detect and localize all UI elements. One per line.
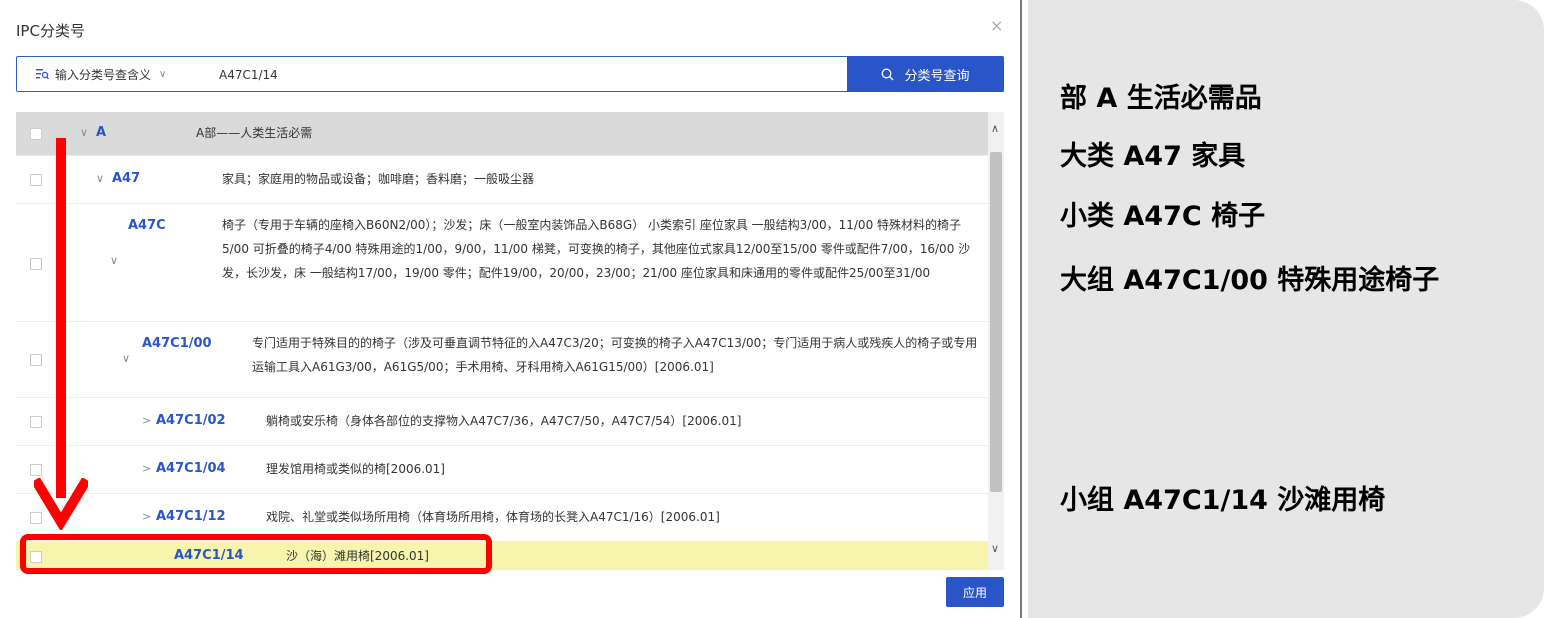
row-checkbox[interactable] xyxy=(30,464,42,476)
summary-main-group: 大组 A47C1/00 特殊用途椅子 xyxy=(1060,265,1440,296)
tree-row-a[interactable]: ∨ A A部——人类生活必需 xyxy=(16,112,988,156)
search-mode-select[interactable]: 输入分类号查含义 ∨ xyxy=(35,57,166,91)
tree-row-a47c1-02[interactable]: > A47C1/02 躺椅或安乐椅（身体各部位的支撑物入A47C7/36，A47… xyxy=(16,398,988,446)
ipc-code[interactable]: A47C1/00 xyxy=(142,336,212,351)
tree-row-a47c[interactable]: A47C ∨ 椅子（专用于车辆的座椅入B60N2/00）；沙发；床（一般室内装饰… xyxy=(16,204,988,322)
ipc-code[interactable]: A47C1/02 xyxy=(156,413,226,428)
tree-row-a47[interactable]: ∨ A47 家具；家庭用的物品或设备；咖啡磨；香料磨；一般吸尘器 xyxy=(16,156,988,204)
row-checkbox[interactable] xyxy=(30,174,42,186)
annotation-arrow-shaft xyxy=(56,138,66,498)
tree-row-a47c1-04[interactable]: > A47C1/04 理发馆用椅或类似的椅[2006.01] xyxy=(16,446,988,494)
tree-row-a47c1-00[interactable]: ∨ A47C1/00 专门适用于特殊目的的椅子（涉及可垂直调节特征的入A47C3… xyxy=(16,322,988,398)
chevron-down-icon[interactable]: ∨ xyxy=(96,172,104,185)
annotation-highlight-box xyxy=(20,534,492,574)
scrollbar-thumb[interactable] xyxy=(990,152,1002,492)
chevron-down-icon[interactable]: ∨ xyxy=(110,254,118,267)
summary-subgroup: 小组 A47C1/14 沙滩用椅 xyxy=(1060,485,1386,516)
chevron-down-icon[interactable]: ∨ xyxy=(122,352,130,365)
ipc-description: 躺椅或安乐椅（身体各部位的支撑物入A47C7/36，A47C7/50，A47C7… xyxy=(266,414,742,428)
vertical-divider xyxy=(1020,0,1022,618)
scroll-up-icon[interactable]: ∧ xyxy=(991,122,999,135)
summary-class: 大类 A47 家具 xyxy=(1060,141,1246,172)
search-button-label: 分类号查询 xyxy=(904,68,970,84)
list-search-icon xyxy=(36,69,49,80)
row-checkbox[interactable] xyxy=(30,416,42,428)
ipc-description: 戏院、礼堂或类似场所用椅（体育场所用椅，体育场的长凳入A47C1/16）[200… xyxy=(266,510,720,524)
search-bar: 输入分类号查含义 ∨ 分类号查询 xyxy=(16,56,1004,92)
chevron-right-icon[interactable]: > xyxy=(142,510,151,523)
dialog-title: IPC分类号 xyxy=(16,22,85,40)
ipc-description: 椅子（专用于车辆的座椅入B60N2/00）；沙发；床（一般室内装饰品入B68G）… xyxy=(222,218,971,280)
row-checkbox[interactable] xyxy=(30,128,42,140)
chevron-right-icon[interactable]: > xyxy=(142,462,151,475)
chevron-down-icon[interactable]: ∨ xyxy=(80,126,88,139)
ipc-description: 理发馆用椅或类似的椅[2006.01] xyxy=(266,462,445,476)
ipc-code[interactable]: A47C xyxy=(128,218,166,233)
ipc-code[interactable]: A47C1/12 xyxy=(156,509,226,524)
chevron-down-icon: ∨ xyxy=(159,68,167,80)
ipc-description: 家具；家庭用的物品或设备；咖啡磨；香料磨；一般吸尘器 xyxy=(222,172,535,186)
search-input[interactable] xyxy=(217,63,821,87)
ipc-description: A部——人类生活必需 xyxy=(196,126,313,140)
ipc-dialog: IPC分类号 × 输入分类号查含义 ∨ 分类号查询 ∨ xyxy=(0,0,1022,618)
close-icon[interactable]: × xyxy=(990,16,1003,35)
search-icon xyxy=(882,68,894,80)
search-button[interactable]: 分类号查询 xyxy=(847,56,1004,92)
classification-summary-panel: 部 A 生活必需品 大类 A47 家具 小类 A47C 椅子 大组 A47C1/… xyxy=(1028,0,1544,618)
chevron-right-icon[interactable]: > xyxy=(142,414,151,427)
search-mode-label: 输入分类号查含义 xyxy=(55,67,152,82)
ipc-code[interactable]: A47C1/04 xyxy=(156,461,226,476)
ipc-code[interactable]: A47 xyxy=(112,171,140,186)
annotation-arrow-head-icon xyxy=(34,478,88,530)
apply-button[interactable]: 应用 xyxy=(946,577,1004,607)
ipc-code[interactable]: A xyxy=(96,125,106,140)
scroll-down-icon[interactable]: ∨ xyxy=(991,542,999,555)
row-checkbox[interactable] xyxy=(30,258,42,270)
summary-subclass: 小类 A47C 椅子 xyxy=(1060,201,1266,232)
summary-section: 部 A 生活必需品 xyxy=(1060,83,1262,114)
ipc-tree-table: ∨ A A部——人类生活必需 ∨ A47 家具；家庭用的物品或设备；咖啡磨；香料… xyxy=(16,112,1004,570)
ipc-description: 专门适用于特殊目的的椅子（涉及可垂直调节特征的入A47C3/20；可变换的椅子入… xyxy=(252,336,978,374)
row-checkbox[interactable] xyxy=(30,354,42,366)
